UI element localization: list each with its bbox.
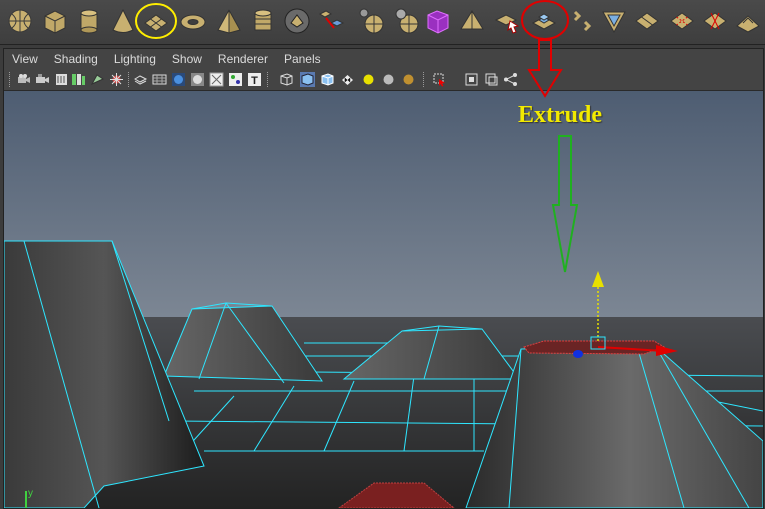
sculpt-icon[interactable] [731, 4, 765, 38]
menu-panels[interactable]: Panels [276, 49, 329, 69]
panel-menu-bar: View Shading Lighting Show Renderer Pane… [4, 49, 763, 69]
camera-attributes-icon[interactable] [34, 71, 51, 88]
extrude-icon[interactable] [527, 4, 561, 38]
3d-viewport[interactable]: y x z [4, 91, 763, 508]
wireframe-icon[interactable] [132, 71, 149, 88]
isolate-select-icon[interactable] [431, 71, 448, 88]
bounding-box-icon[interactable] [208, 71, 225, 88]
film-gate-icon[interactable] [108, 71, 125, 88]
poly-torus-icon[interactable] [176, 4, 210, 38]
xray-joints-icon[interactable] [483, 71, 500, 88]
menu-shading[interactable]: Shading [46, 49, 106, 69]
texture-icon[interactable] [227, 71, 244, 88]
viewport-scene: y x z [4, 91, 763, 508]
menu-renderer[interactable]: Renderer [210, 49, 276, 69]
poly-cube-icon[interactable] [38, 4, 72, 38]
bookmarks-icon[interactable] [53, 71, 70, 88]
toolbar-separator [267, 72, 270, 87]
camera-grid-icon[interactable] [89, 71, 106, 88]
poly-cylinder-icon[interactable] [72, 4, 106, 38]
flat-shade-icon[interactable] [189, 71, 206, 88]
menu-lighting[interactable]: Lighting [106, 49, 164, 69]
bevel-icon[interactable] [597, 4, 631, 38]
insert-edge-loop-icon[interactable] [665, 4, 699, 38]
bridge-icon[interactable] [565, 4, 599, 38]
soccer-ball-icon[interactable] [280, 4, 314, 38]
polygon-shelf [0, 0, 765, 45]
menu-show[interactable]: Show [164, 49, 210, 69]
default-light-icon[interactable] [360, 71, 377, 88]
xray-icon[interactable] [463, 71, 480, 88]
smooth-proxy-icon[interactable] [421, 4, 455, 38]
poly-pyramid-icon[interactable] [212, 4, 246, 38]
poly-sphere-icon[interactable] [3, 4, 37, 38]
manipulator-z-handle[interactable] [573, 350, 583, 358]
toolbar-separator [9, 72, 12, 87]
share-icon[interactable] [502, 71, 519, 88]
image-plane-icon[interactable] [70, 71, 87, 88]
select-camera-icon[interactable] [15, 71, 32, 88]
shaded-cube-icon[interactable] [299, 71, 316, 88]
split-polygon-icon[interactable] [630, 4, 664, 38]
offset-edge-loop-icon[interactable] [698, 4, 732, 38]
combine-icon[interactable] [315, 4, 349, 38]
all-lights-icon[interactable] [380, 71, 397, 88]
selected-face[interactable] [523, 340, 666, 355]
axis-y-label: y [28, 488, 33, 499]
reduce-icon[interactable] [455, 4, 489, 38]
poly-cone-icon[interactable] [106, 4, 140, 38]
shadows-icon[interactable] [400, 71, 417, 88]
toolbar-separator [423, 72, 426, 87]
toolbar-separator [128, 72, 131, 87]
wireframe-on-shaded-icon[interactable] [319, 71, 336, 88]
separate-icon[interactable] [355, 4, 389, 38]
extract-icon[interactable] [390, 4, 424, 38]
poly-plane-icon[interactable] [139, 4, 173, 38]
text-icon[interactable]: T [246, 71, 263, 88]
resolution-gate-icon[interactable] [151, 71, 168, 88]
panel-toolbar: T [4, 69, 763, 91]
extrude-annotation-label: Extrude [518, 102, 602, 128]
smooth-shade-icon[interactable] [170, 71, 187, 88]
append-to-polygon-icon[interactable] [490, 4, 524, 38]
viewport-panel: View Shading Lighting Show Renderer Pane… [3, 48, 764, 509]
checker-texture-icon[interactable] [339, 71, 356, 88]
poly-pipe-icon[interactable] [246, 4, 280, 38]
menu-view[interactable]: View [4, 49, 46, 69]
text-icon-glyph: T [251, 75, 258, 87]
wireframe-cube-icon[interactable] [278, 71, 295, 88]
